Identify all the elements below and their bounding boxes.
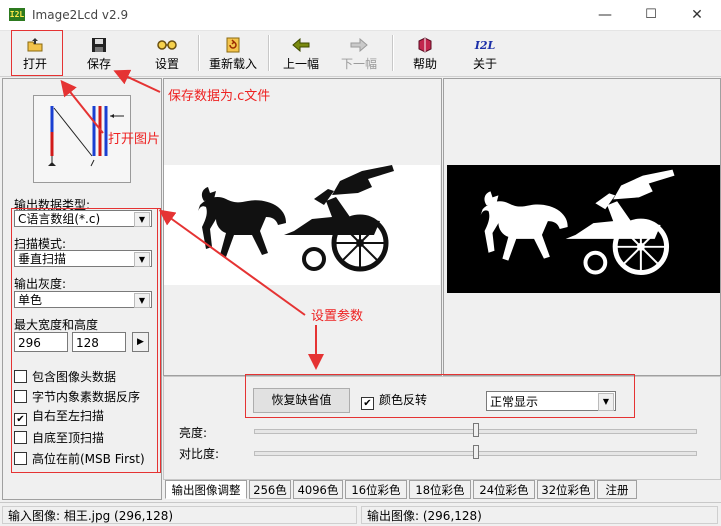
- annotation-arrows: [60, 69, 324, 370]
- arrow-to-params: [158, 209, 306, 316]
- arrow-to-save: [113, 69, 161, 93]
- arrow-to-open: [60, 79, 104, 134]
